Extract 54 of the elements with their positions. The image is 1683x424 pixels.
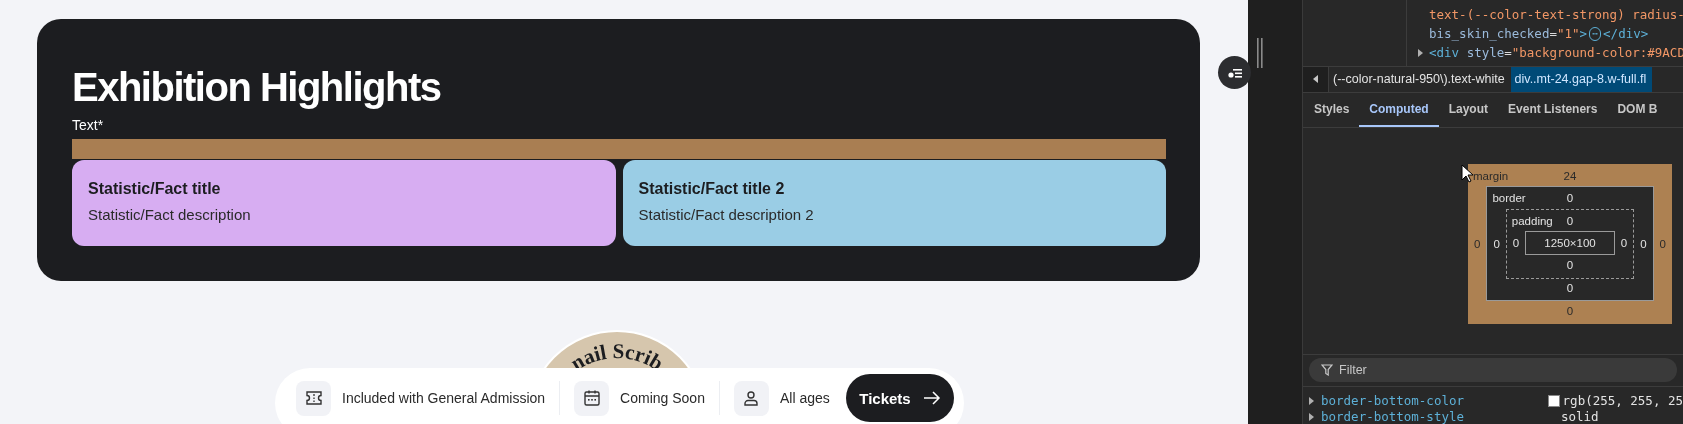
box-value: 0	[1658, 237, 1667, 250]
expand-arrow-icon[interactable]	[1309, 397, 1314, 405]
resize-handle-icon	[1257, 38, 1263, 68]
box-value: 0	[1511, 236, 1521, 249]
breadcrumb[interactable]: (--color-natural-950\).text-white	[1329, 66, 1511, 93]
calendar-icon	[574, 380, 610, 416]
panel-tab[interactable]: DOM B	[1607, 93, 1668, 128]
breadcrumb[interactable]: div..mt-24.gap-8.w-full.fl	[1510, 66, 1653, 93]
box-label: border	[1491, 191, 1526, 207]
scroll-left-button[interactable]	[1303, 66, 1329, 93]
box-value: 0	[1565, 257, 1575, 273]
code-line: bis_skin_checked="1"> ⋯ </div>	[1428, 25, 1649, 43]
panel-tab[interactable]: Computed	[1359, 93, 1439, 128]
box-value: 0	[1639, 237, 1648, 250]
code-line: text-(--color-text-strong) radius-	[1428, 6, 1683, 24]
person-icon	[733, 380, 769, 416]
field-label: Text*	[72, 116, 104, 134]
fact-description: Statistic/Fact description 2	[638, 206, 814, 223]
box-value: 0	[1565, 280, 1575, 296]
property-name: border-bottom-color	[1321, 393, 1465, 409]
property-value: solid	[1561, 409, 1599, 424]
box-value: 0	[1566, 191, 1574, 207]
box-label: margin	[1472, 169, 1509, 185]
property-value: rgb(255, 255, 25	[1562, 393, 1683, 409]
info-label: All ages	[779, 390, 830, 406]
fact-title: Statistic/Fact title	[88, 180, 221, 198]
fact-description: Statistic/Fact description	[88, 206, 251, 223]
filter-field[interactable]: Filter	[1309, 358, 1677, 383]
section-title: Exhibition Highlights	[72, 64, 441, 111]
color-swatch	[1547, 395, 1560, 407]
box-label: padding	[1510, 213, 1553, 229]
box-value: 0	[1492, 237, 1501, 250]
property-name: border-bottom-style	[1321, 409, 1465, 424]
box-value: 0	[1566, 213, 1574, 229]
info-label: Coming Soon	[620, 390, 705, 406]
expand-arrow-icon[interactable]	[1418, 48, 1423, 57]
box-value: 24	[1563, 169, 1577, 185]
ticket-icon	[296, 380, 331, 416]
arrow-icon	[922, 390, 941, 406]
box-value: 0	[1619, 236, 1629, 249]
filter-toggle-button[interactable]	[1218, 56, 1251, 89]
box-value: 0	[1565, 303, 1575, 319]
box-value: 0	[1473, 237, 1482, 250]
caret-icon	[1313, 75, 1318, 84]
panel-tab[interactable]: Styles	[1304, 93, 1360, 128]
content-size: 1250×100	[1525, 230, 1615, 255]
expand-arrow-icon[interactable]	[1309, 413, 1314, 421]
tickets-button[interactable]: Tickets	[846, 374, 954, 422]
info-label: Included with General Admission	[342, 390, 546, 406]
panel-tab[interactable]: Layout	[1438, 93, 1499, 128]
panel-tab[interactable]: Event Listeners	[1498, 93, 1608, 128]
toggle-list-icon	[1226, 66, 1243, 79]
fact-title: Statistic/Fact title 2	[638, 180, 785, 198]
cursor-icon	[1461, 164, 1475, 185]
